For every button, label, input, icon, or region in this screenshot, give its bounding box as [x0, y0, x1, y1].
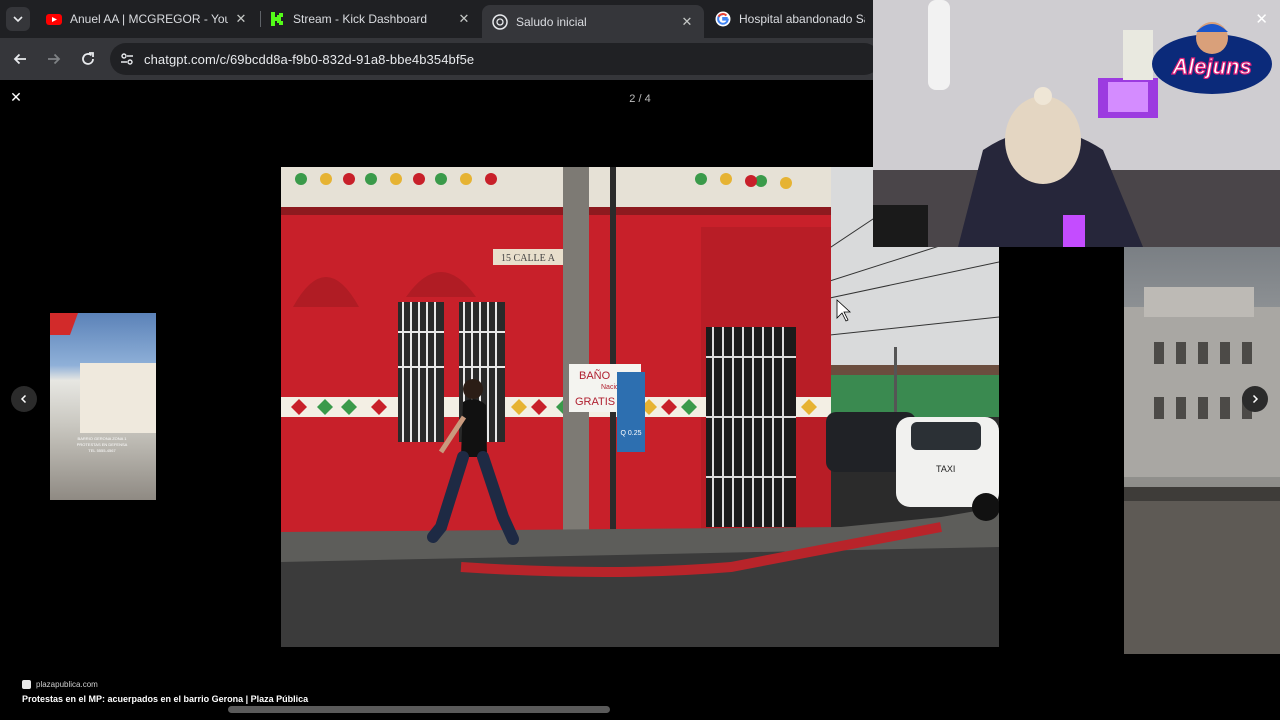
tab-kick[interactable]: Stream - Kick Dashboard ✕ [259, 5, 481, 33]
chevron-down-icon [13, 16, 23, 23]
image-caption[interactable]: Protestas en el MP: acuerpados en el bar… [22, 694, 308, 704]
google-icon [715, 11, 731, 27]
address-bar[interactable]: chatgpt.com/c/69bcdd8a-f9b0-832d-91a8-bb… [110, 43, 880, 75]
source-domain: plazapublica.com [36, 680, 98, 689]
taxi-text: TAXI [936, 464, 955, 474]
tab-title: Hospital abandonado San V [739, 12, 865, 26]
back-button[interactable] [7, 46, 33, 72]
source-domain-row: plazapublica.com [22, 680, 308, 689]
arrow-right-icon [48, 53, 61, 65]
image-counter: 2 / 4 [629, 93, 651, 105]
chevron-right-icon [1252, 394, 1259, 404]
thumbnail-sign-line: TEL 5555-4567 [88, 448, 116, 453]
logo-text: Alejuns [1171, 54, 1251, 79]
reload-icon [82, 52, 94, 65]
poster-line: GRATIS [575, 396, 615, 408]
poster-line: BAÑO [579, 369, 611, 382]
thumbnail-building [80, 363, 156, 433]
next-image-thumbnail[interactable] [1124, 247, 1280, 654]
url-text: chatgpt.com/c/69bcdd8a-f9b0-832d-91a8-bb… [144, 51, 475, 67]
badge-ribbon [50, 313, 79, 335]
tune-icon [121, 53, 133, 65]
next-image-button[interactable] [1242, 386, 1268, 412]
tab-google[interactable]: Hospital abandonado San V [705, 5, 875, 33]
tab-title: Saludo inicial [516, 14, 587, 29]
previous-image-button[interactable] [11, 386, 37, 412]
street-sign-text: 15 CALLE A [501, 253, 556, 264]
arrow-left-icon [13, 53, 26, 65]
youtube-icon [46, 14, 62, 25]
tab-title: Stream - Kick Dashboard [293, 12, 428, 26]
tab-title: Anuel AA | MCGREGOR - YouTube [70, 12, 228, 26]
kick-icon [269, 11, 285, 27]
tab-close-button[interactable]: ✕ [680, 14, 694, 30]
tab-search-button[interactable] [6, 7, 30, 31]
logo-graphic: Alejuns [1152, 22, 1272, 94]
reload-button[interactable] [75, 46, 101, 72]
forward-button[interactable] [41, 46, 67, 72]
chatgpt-icon [492, 13, 508, 30]
viewer-close-button[interactable]: ✕ [8, 89, 24, 105]
image-source[interactable]: plazapublica.com Protestas en el MP: acu… [22, 680, 308, 704]
blue-sign-text: Q 0.25 [620, 430, 641, 437]
thumbnail-sign: BARRIO GERONA ZONA 1 PROTESTAS EN DEFENS… [72, 436, 132, 466]
chevron-left-icon [20, 394, 27, 404]
tab-youtube[interactable]: Anuel AA | MCGREGOR - YouTube ✕ [36, 5, 258, 33]
site-info-button[interactable] [110, 51, 144, 67]
site-favicon-icon [22, 680, 31, 689]
streamer-logo: Alejuns [1150, 16, 1275, 106]
thumbnail-building-image [1124, 287, 1280, 654]
tab-close-button[interactable]: ✕ [234, 11, 248, 27]
horizontal-scrollbar[interactable] [228, 706, 610, 713]
tab-chatgpt[interactable]: Saludo inicial ✕ [482, 5, 704, 38]
previous-image-thumbnail[interactable]: BARRIO GERONA ZONA 1 PROTESTAS EN DEFENS… [50, 313, 156, 500]
tab-close-button[interactable]: ✕ [457, 11, 471, 27]
